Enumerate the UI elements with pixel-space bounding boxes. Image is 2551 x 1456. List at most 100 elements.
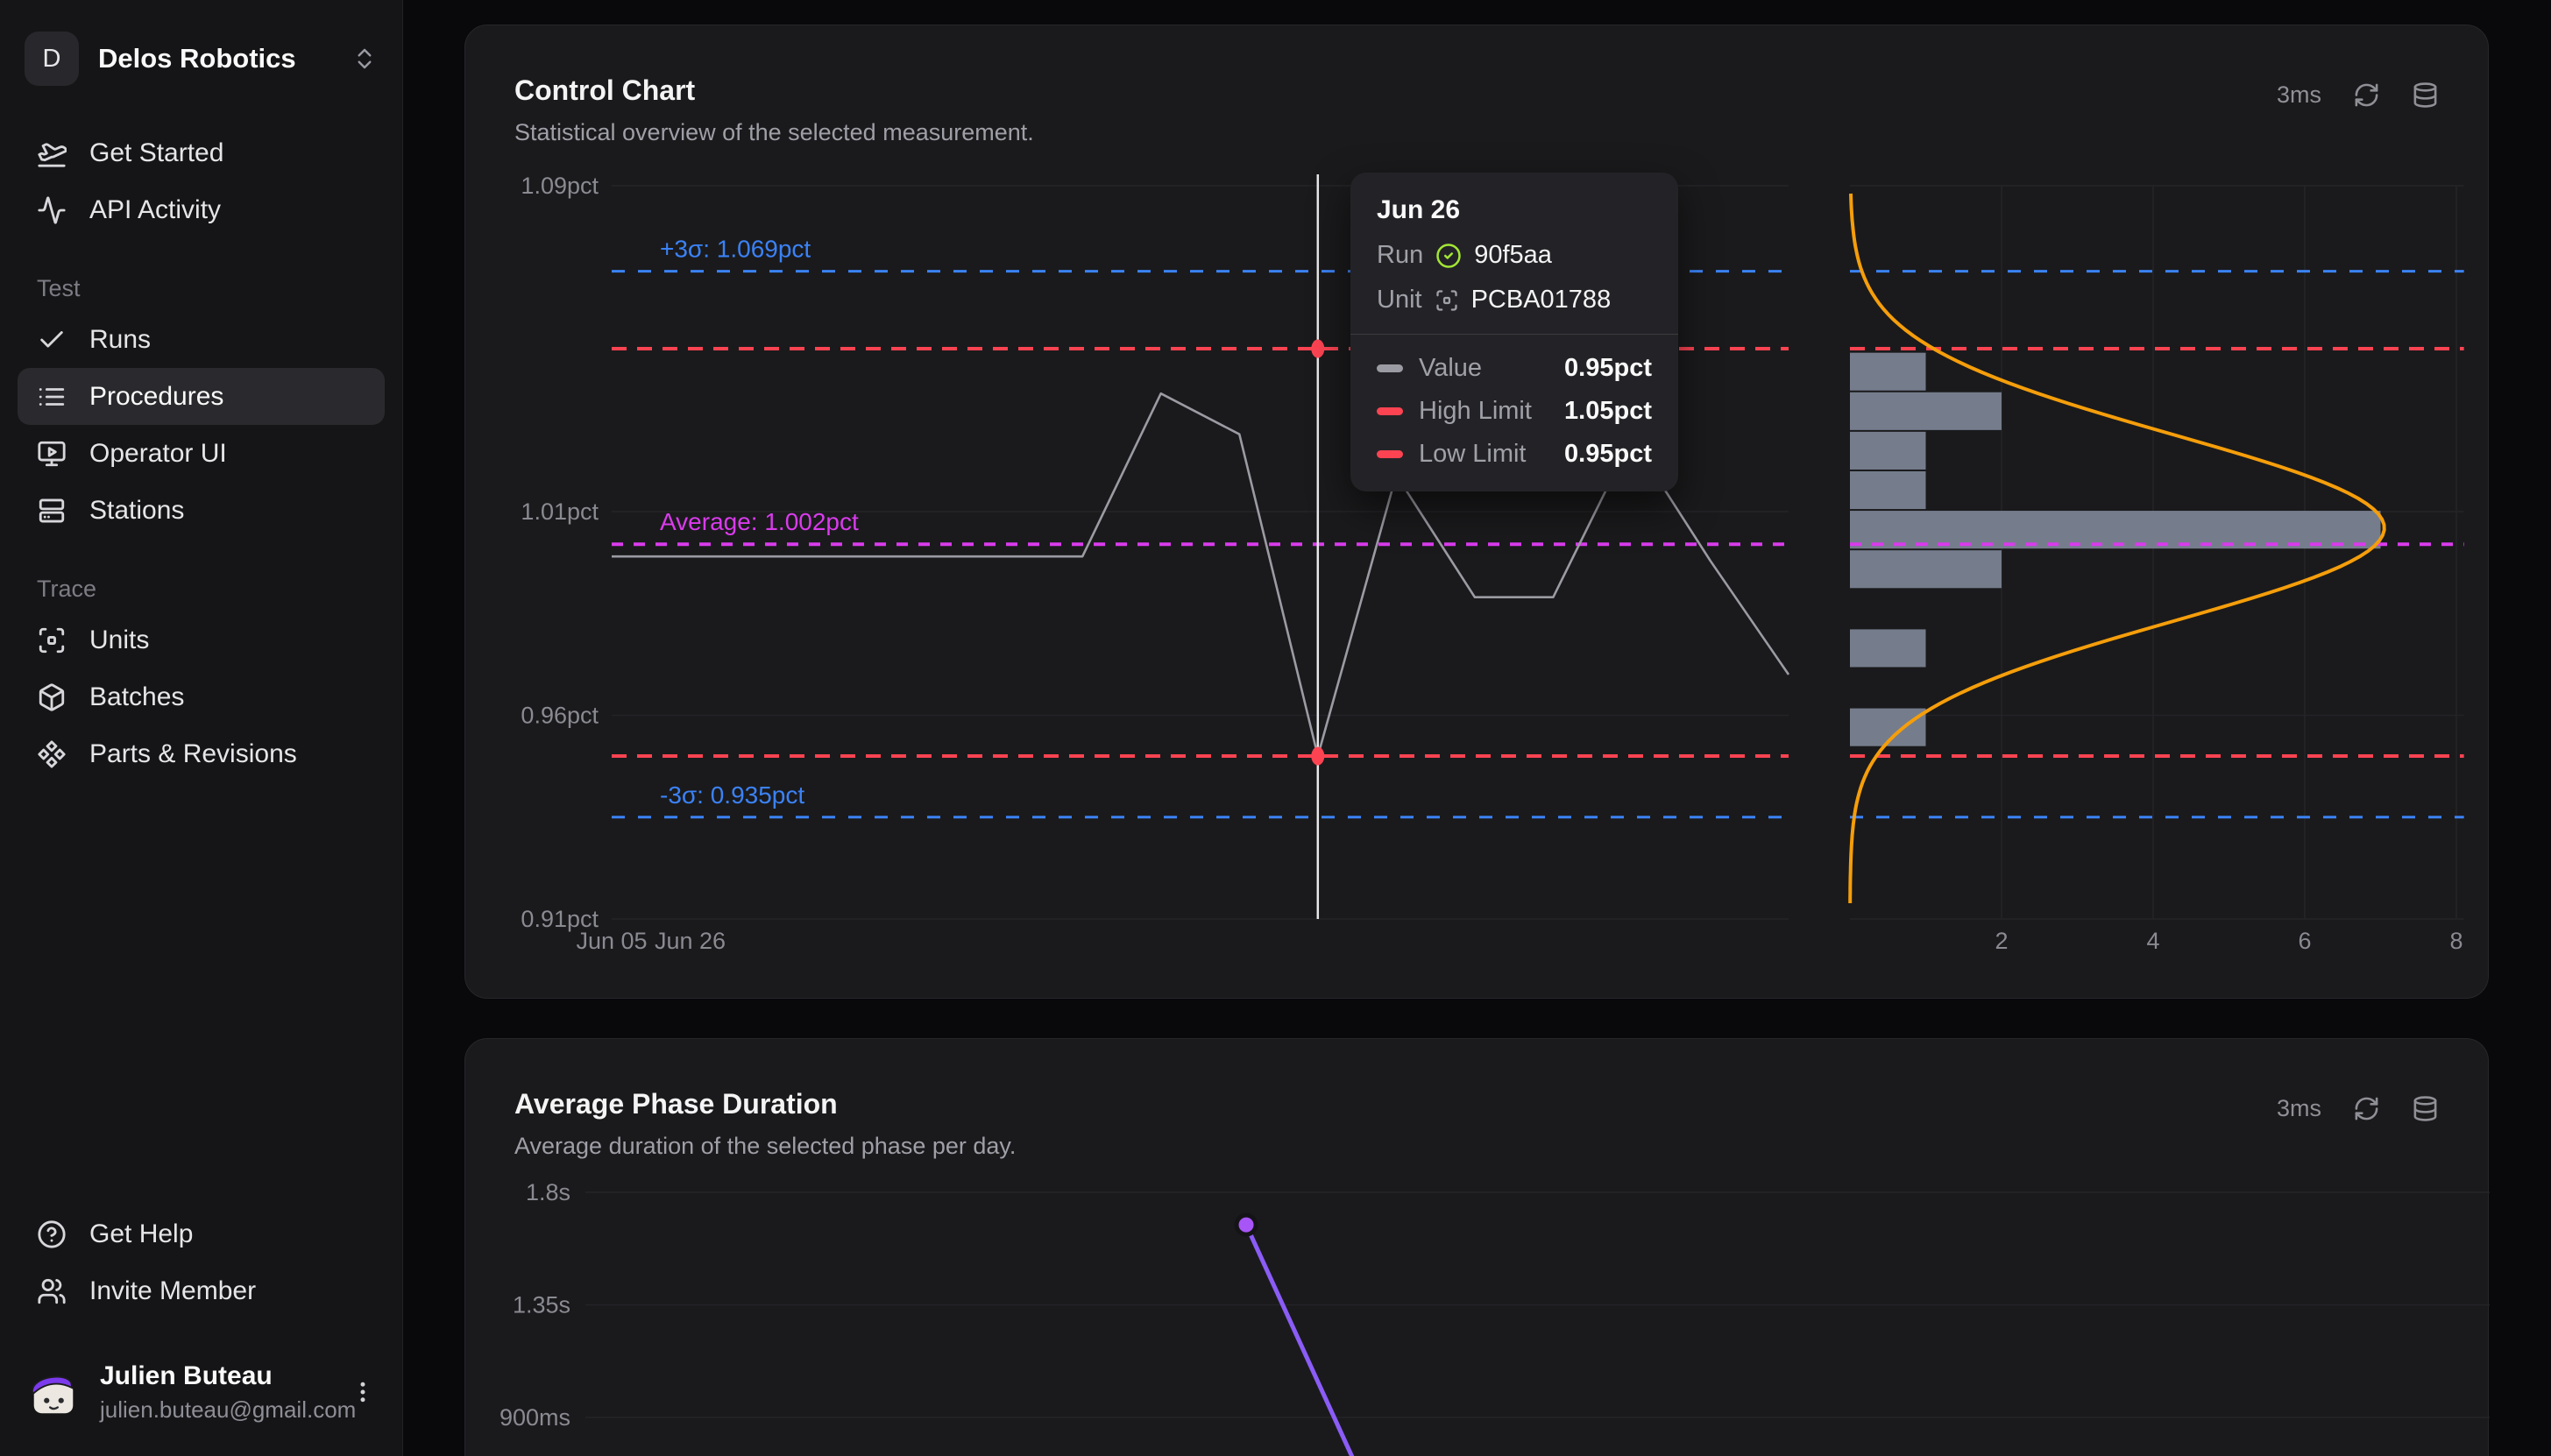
hovered-point-marker [1311,747,1324,766]
plane-takeoff-icon [37,138,67,168]
svg-text:1.01pct: 1.01pct [521,498,599,525]
tooltip-unit-row: Unit PCBA01788 [1377,286,1652,315]
sidebar-item-label: Get Started [89,138,223,168]
sidebar-item-label: API Activity [89,195,221,225]
refresh-icon[interactable] [2353,1095,2380,1122]
card-title: Average Phase Duration [514,1088,1016,1120]
high-limit-marker [1311,340,1324,358]
sidebar: D Delos Robotics Get Started API Activit… [0,0,403,1456]
sidebar-item-label: Operator UI [89,439,227,469]
sidebar-footer: Get Help Invite Member Julien Buteau jul… [18,1205,385,1433]
stat-value: 0.95pct [1564,440,1652,469]
page-title: Control Chart [514,74,1034,107]
value-swatch [1377,364,1403,372]
scan-icon [1435,288,1459,313]
user-menu[interactable]: Julien Buteau julien.buteau@gmail.com [18,1351,385,1433]
tooltip-run-row: Run 90f5aa [1377,241,1652,270]
card-header: Control Chart Statistical overview of th… [465,25,2488,146]
stat-label: Value [1419,354,1548,383]
svg-text:1.35s: 1.35s [513,1292,570,1318]
sidebar-item-runs[interactable]: Runs [18,311,385,368]
sidebar-item-operator-ui[interactable]: Operator UI [18,425,385,482]
sidebar-item-label: Stations [89,496,184,526]
sidebar-item-api-activity[interactable]: API Activity [18,181,385,238]
chevrons-up-down-icon [351,46,378,72]
sidebar-item-label: Batches [89,682,184,712]
run-id: 90f5aa [1474,241,1552,270]
high-limit-swatch [1377,407,1403,415]
stat-label: High Limit [1419,397,1548,426]
svg-text:-3σ: 0.935pct: -3σ: 0.935pct [660,781,804,809]
component-icon [37,739,67,769]
svg-text:0.96pct: 0.96pct [521,703,599,729]
sidebar-nav: Get Started API Activity Test Runs Proce… [18,124,385,782]
run-label: Run [1377,241,1423,270]
database-icon[interactable] [2412,81,2439,109]
sidebar-item-stations[interactable]: Stations [18,482,385,539]
monitor-play-icon [37,439,67,469]
avatar [26,1365,81,1419]
check-icon [37,325,67,355]
sidebar-item-label: Units [89,626,149,655]
tooltip-value-row: Value 0.95pct [1377,354,1652,383]
package-icon [37,682,67,712]
svg-text:1.09pct: 1.09pct [521,173,599,199]
user-email: julien.buteau@gmail.com [100,1396,330,1424]
tooltip-date: Jun 26 [1377,195,1652,225]
latency-label: 3ms [2277,1095,2321,1122]
phase-duration-chart[interactable]: 1.8s1.35s900ms [465,1166,2490,1456]
sidebar-item-get-started[interactable]: Get Started [18,124,385,181]
main-content: Control Chart Statistical overview of th… [403,0,2551,1456]
user-name: Julien Buteau [100,1361,330,1391]
phase-duration-card: Average Phase Duration Average duration … [464,1038,2489,1456]
server-icon [37,496,67,526]
control-chart-card: Control Chart Statistical overview of th… [464,25,2489,999]
stat-value: 0.95pct [1564,354,1652,383]
svg-text:6: 6 [2298,928,2311,954]
activity-icon [37,195,67,225]
unit-id: PCBA01788 [1471,286,1612,315]
chart-tooltip: Jun 26 Run 90f5aa Unit PCBA01788 Value 0… [1350,173,1678,491]
workspace-switcher[interactable]: D Delos Robotics [25,32,378,86]
sidebar-item-units[interactable]: Units [18,611,385,668]
list-icon [37,382,67,412]
latency-label: 3ms [2277,81,2321,109]
refresh-icon[interactable] [2353,81,2380,109]
database-icon[interactable] [2412,1095,2439,1122]
histogram-bars [1850,353,2381,746]
ellipsis-vertical-icon[interactable] [350,1379,376,1405]
stat-value: 1.05pct [1564,397,1652,426]
sidebar-item-procedures[interactable]: Procedures [18,368,385,425]
sidebar-item-invite-member[interactable]: Invite Member [18,1262,385,1319]
sidebar-item-label: Invite Member [89,1276,256,1306]
sidebar-item-label: Procedures [89,382,223,412]
sidebar-item-get-help[interactable]: Get Help [18,1205,385,1262]
sidebar-item-label: Get Help [89,1219,193,1249]
stat-label: Low Limit [1419,440,1548,469]
sidebar-item-batches[interactable]: Batches [18,668,385,725]
sidebar-item-label: Parts & Revisions [89,739,297,769]
tooltip-low-limit-row: Low Limit 0.95pct [1377,440,1652,469]
duration-series-line [1246,1225,1368,1456]
card-subtitle: Statistical overview of the selected mea… [514,119,1034,146]
workspace-name: Delos Robotics [98,43,332,74]
unit-label: Unit [1377,286,1422,315]
tooltip-divider [1350,334,1678,335]
svg-text:Average: 1.002pct: Average: 1.002pct [660,508,859,535]
sidebar-item-label: Runs [89,325,151,355]
user-meta: Julien Buteau julien.buteau@gmail.com [100,1361,330,1424]
workspace-avatar: D [25,32,79,86]
sidebar-item-parts-revisions[interactable]: Parts & Revisions [18,725,385,782]
card-subtitle: Average duration of the selected phase p… [514,1133,1016,1160]
data-point-dot [1237,1215,1256,1234]
svg-text:2: 2 [1995,928,2008,954]
svg-text:4: 4 [2146,928,2159,954]
card-meta: 3ms [2277,81,2439,109]
svg-text:Jun 26: Jun 26 [655,928,726,954]
svg-text:8: 8 [2449,928,2462,954]
svg-text:1.8s: 1.8s [526,1179,570,1205]
help-circle-icon [37,1219,67,1249]
check-circle-icon [1435,243,1462,269]
svg-text:Jun 05: Jun 05 [576,928,647,954]
sidebar-section-trace: Trace [18,576,385,603]
